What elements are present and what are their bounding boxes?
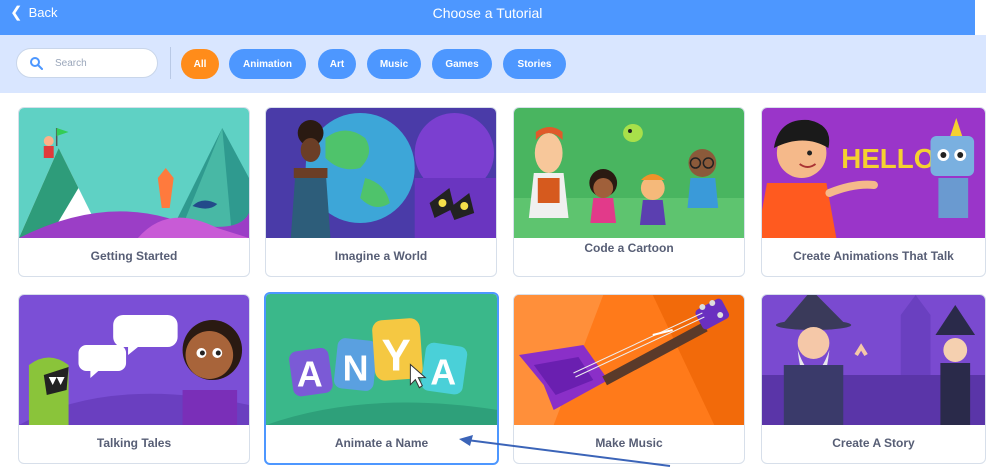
top-bar: ❮ Back Choose a Tutorial — [0, 0, 975, 35]
animate-a-name-thumbnail: A N Y A — [266, 294, 497, 425]
search-icon — [30, 57, 43, 70]
card-title: Code a Cartoon — [584, 241, 674, 255]
card-title: Create Animations That Talk — [793, 249, 954, 263]
imagine-a-world-thumbnail — [266, 108, 496, 238]
hello-art-text: HELLO — [841, 143, 935, 174]
search-input[interactable] — [53, 56, 157, 70]
name-letter: N — [343, 347, 369, 388]
create-a-story-thumbnail — [762, 295, 985, 425]
tutorial-card-create-animations-that-talk[interactable]: HELLO Create Animations That Talk — [761, 107, 986, 277]
name-letter: A — [430, 351, 456, 392]
filter-bar: All Animation Art Music Games Stories — [0, 35, 986, 93]
tutorial-card-create-a-story[interactable]: Create A Story — [761, 294, 986, 464]
search-box[interactable] — [16, 48, 158, 78]
card-title: Talking Tales — [96, 436, 172, 450]
filter-music[interactable]: Music — [367, 49, 421, 79]
filter-stories[interactable]: Stories — [503, 49, 566, 79]
tutorial-card-getting-started[interactable]: Getting Started — [18, 107, 250, 277]
card-title: Imagine a World — [334, 249, 428, 263]
talking-tales-thumbnail — [19, 295, 249, 425]
filter-games[interactable]: Games — [432, 49, 492, 79]
card-title: Getting Started — [90, 249, 178, 263]
name-letter: Y — [382, 331, 411, 380]
getting-started-thumbnail — [19, 108, 249, 238]
create-animations-that-talk-thumbnail: HELLO — [762, 108, 985, 238]
filter-art[interactable]: Art — [318, 49, 356, 79]
tutorial-card-talking-tales[interactable]: Talking Tales — [18, 294, 250, 464]
filter-all[interactable]: All — [181, 49, 219, 79]
name-letter: A — [297, 354, 323, 395]
card-title: Create A Story — [832, 436, 915, 450]
filter-divider — [170, 47, 171, 79]
page-title: Choose a Tutorial — [432, 5, 543, 21]
annotation-arrow-icon — [459, 435, 671, 467]
filter-animation[interactable]: Animation — [229, 49, 306, 79]
code-a-cartoon-thumbnail — [514, 108, 744, 238]
make-music-thumbnail — [514, 295, 744, 425]
tutorial-card-imagine-a-world[interactable]: Imagine a World — [265, 107, 497, 277]
tutorial-card-code-a-cartoon[interactable]: Code a Cartoon — [513, 107, 745, 277]
